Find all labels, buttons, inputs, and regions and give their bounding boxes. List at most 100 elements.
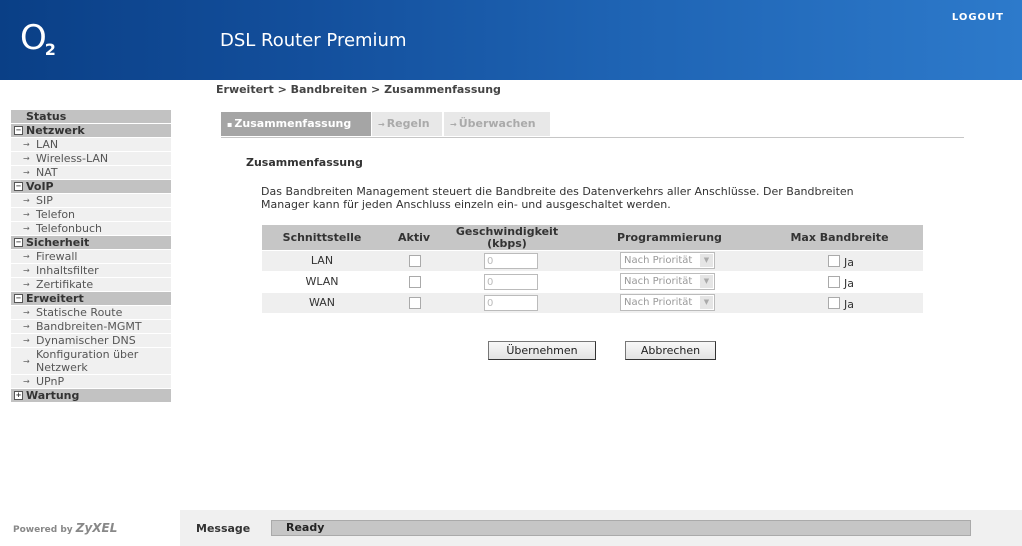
- active-checkbox[interactable]: [409, 255, 421, 267]
- arrow-right-icon: →: [23, 140, 30, 149]
- sidebar-item-lan[interactable]: → LAN: [11, 138, 171, 152]
- section-title: Zusammenfassung: [246, 156, 363, 169]
- max-bandwidth-label: Ja: [844, 256, 854, 269]
- sidebar-item-upnp[interactable]: → UPnP: [11, 375, 171, 389]
- sidebar-item-zertifikate[interactable]: → Zertifikate: [11, 278, 171, 292]
- priority-value: Nach Priorität: [624, 276, 693, 287]
- section-description: Das Bandbreiten Management steuert die B…: [261, 185, 854, 211]
- priority-select[interactable]: Nach Priorität ▼: [620, 294, 715, 311]
- priority-value: Nach Priorität: [624, 255, 693, 266]
- interface-name: WLAN: [305, 275, 339, 288]
- header-speed: Geschwindigkeit (kbps): [455, 225, 559, 250]
- arrow-right-icon: →: [23, 280, 30, 289]
- header-active: Aktiv: [397, 231, 431, 244]
- brand-text: ZyXEL: [75, 521, 118, 535]
- cancel-button[interactable]: Abbrechen: [625, 341, 716, 360]
- breadcrumb: Erweitert > Bandbreiten > Zusammenfassun…: [216, 83, 501, 96]
- tab-label: Zusammenfassung: [234, 117, 352, 130]
- arrow-right-icon: →: [23, 322, 30, 331]
- arrow-right-icon: →: [450, 120, 457, 129]
- sidebar-item-label: Inhaltsfilter: [36, 264, 99, 277]
- max-bandwidth-label: Ja: [844, 277, 854, 290]
- tab-regeln[interactable]: → Regeln: [372, 112, 442, 136]
- table-row: WAN 0 Nach Priorität ▼ Ja: [262, 292, 923, 313]
- header-max-bandwidth: Max Bandbreite: [790, 231, 889, 244]
- collapse-icon: −: [14, 181, 23, 191]
- sidebar-cat-wartung[interactable]: + Wartung: [11, 389, 171, 403]
- arrow-right-icon: →: [23, 210, 30, 219]
- priority-select[interactable]: Nach Priorität ▼: [620, 273, 715, 290]
- sidebar-item-firewall[interactable]: → Firewall: [11, 250, 171, 264]
- product-title: DSL Router Premium: [220, 30, 407, 51]
- sidebar-item-wireless-lan[interactable]: → Wireless-LAN: [11, 152, 171, 166]
- sidebar-cat-label: Sicherheit: [26, 236, 90, 249]
- apply-button[interactable]: Übernehmen: [488, 341, 596, 360]
- priority-value: Nach Priorität: [624, 297, 693, 308]
- sidebar-item-label: Telefonbuch: [36, 222, 102, 235]
- arrow-right-icon: →: [23, 224, 30, 233]
- o2-logo: O2: [20, 18, 58, 59]
- sidebar-nav: Status − Netzwerk → LAN → Wireless-LAN → NAT…: [11, 110, 171, 403]
- sidebar-item-statische-route[interactable]: → Statische Route: [11, 306, 171, 320]
- header-priority: Programmierung: [617, 231, 722, 244]
- tab-label: Überwachen: [458, 117, 536, 130]
- collapse-icon: −: [14, 293, 23, 303]
- bandwidth-summary-table: Schnittstelle Aktiv Geschwindigkeit (kbp…: [262, 225, 923, 313]
- sidebar-cat-voip[interactable]: − VoIP: [11, 180, 171, 194]
- sidebar-item-label: Bandbreiten-MGMT: [36, 320, 142, 333]
- tab-zusammenfassung[interactable]: ▪ Zusammenfassung: [221, 112, 371, 136]
- arrow-right-icon: →: [378, 120, 385, 129]
- logout-link[interactable]: LOGOUT: [952, 12, 1004, 23]
- logo-letter: O: [20, 18, 47, 58]
- sidebar-item-bandbreiten-mgmt[interactable]: → Bandbreiten-MGMT: [11, 320, 171, 334]
- speed-input[interactable]: 0: [484, 274, 538, 290]
- sidebar-item-telefonbuch[interactable]: → Telefonbuch: [11, 222, 171, 236]
- sidebar-item-inhaltsfilter[interactable]: → Inhaltsfilter: [11, 264, 171, 278]
- sidebar-cat-label: Wartung: [26, 389, 80, 402]
- sidebar-item-nat[interactable]: → NAT: [11, 166, 171, 180]
- bullet-icon: ▪: [227, 120, 233, 129]
- chevron-down-icon: ▼: [700, 275, 713, 288]
- expand-icon: +: [14, 390, 23, 400]
- arrow-right-icon: →: [23, 252, 30, 261]
- sidebar-item-label: Firewall: [36, 250, 78, 263]
- tab-label: Regeln: [386, 117, 430, 130]
- sidebar-cat-erweitert[interactable]: − Erweitert: [11, 292, 171, 306]
- speed-input[interactable]: 0: [484, 253, 538, 269]
- arrow-right-icon: →: [23, 308, 30, 317]
- arrow-right-icon: →: [23, 377, 30, 386]
- active-checkbox[interactable]: [409, 276, 421, 288]
- max-bandwidth-checkbox[interactable]: [828, 255, 840, 267]
- sidebar-item-label: Statische Route: [36, 306, 123, 319]
- logo-sub: 2: [44, 40, 56, 59]
- arrow-right-icon: →: [23, 266, 30, 275]
- header-interface: Schnittstelle: [282, 231, 362, 244]
- sidebar-item-telefon[interactable]: → Telefon: [11, 208, 171, 222]
- speed-input[interactable]: 0: [484, 295, 538, 311]
- sidebar-item-sip[interactable]: → SIP: [11, 194, 171, 208]
- arrow-right-icon: →: [23, 357, 30, 366]
- interface-name: LAN: [310, 254, 334, 267]
- sidebar-item-dynamischer-dns[interactable]: → Dynamischer DNS: [11, 334, 171, 348]
- table-header: Schnittstelle Aktiv Geschwindigkeit (kbp…: [262, 225, 923, 250]
- tab-ueberwachen[interactable]: → Überwachen: [444, 112, 550, 136]
- sidebar-item-label: Telefon: [36, 208, 76, 221]
- sidebar-cat-label: VoIP: [26, 180, 54, 193]
- message-label: Message: [196, 522, 251, 535]
- sidebar-cat-sicherheit[interactable]: − Sicherheit: [11, 236, 171, 250]
- arrow-right-icon: →: [23, 168, 30, 177]
- priority-select[interactable]: Nach Priorität ▼: [620, 252, 715, 269]
- max-bandwidth-checkbox[interactable]: [828, 297, 840, 309]
- sidebar-cat-netzwerk[interactable]: − Netzwerk: [11, 124, 171, 138]
- powered-by-text: Powered by: [13, 525, 73, 535]
- chevron-down-icon: ▼: [700, 296, 713, 309]
- sidebar-item-label: Konfiguration über Netzwerk: [36, 348, 139, 374]
- sidebar-cat-label: Netzwerk: [26, 124, 85, 137]
- sidebar-item-label: Wireless-LAN: [36, 152, 109, 165]
- sidebar-item-konfiguration[interactable]: → Konfiguration über Netzwerk: [11, 348, 171, 375]
- sidebar-status[interactable]: Status: [11, 110, 171, 124]
- header-bar: O2 DSL Router Premium LOGOUT: [0, 0, 1022, 80]
- zyxel-logo: Powered by ZyXEL: [13, 521, 117, 535]
- active-checkbox[interactable]: [409, 297, 421, 309]
- max-bandwidth-checkbox[interactable]: [828, 276, 840, 288]
